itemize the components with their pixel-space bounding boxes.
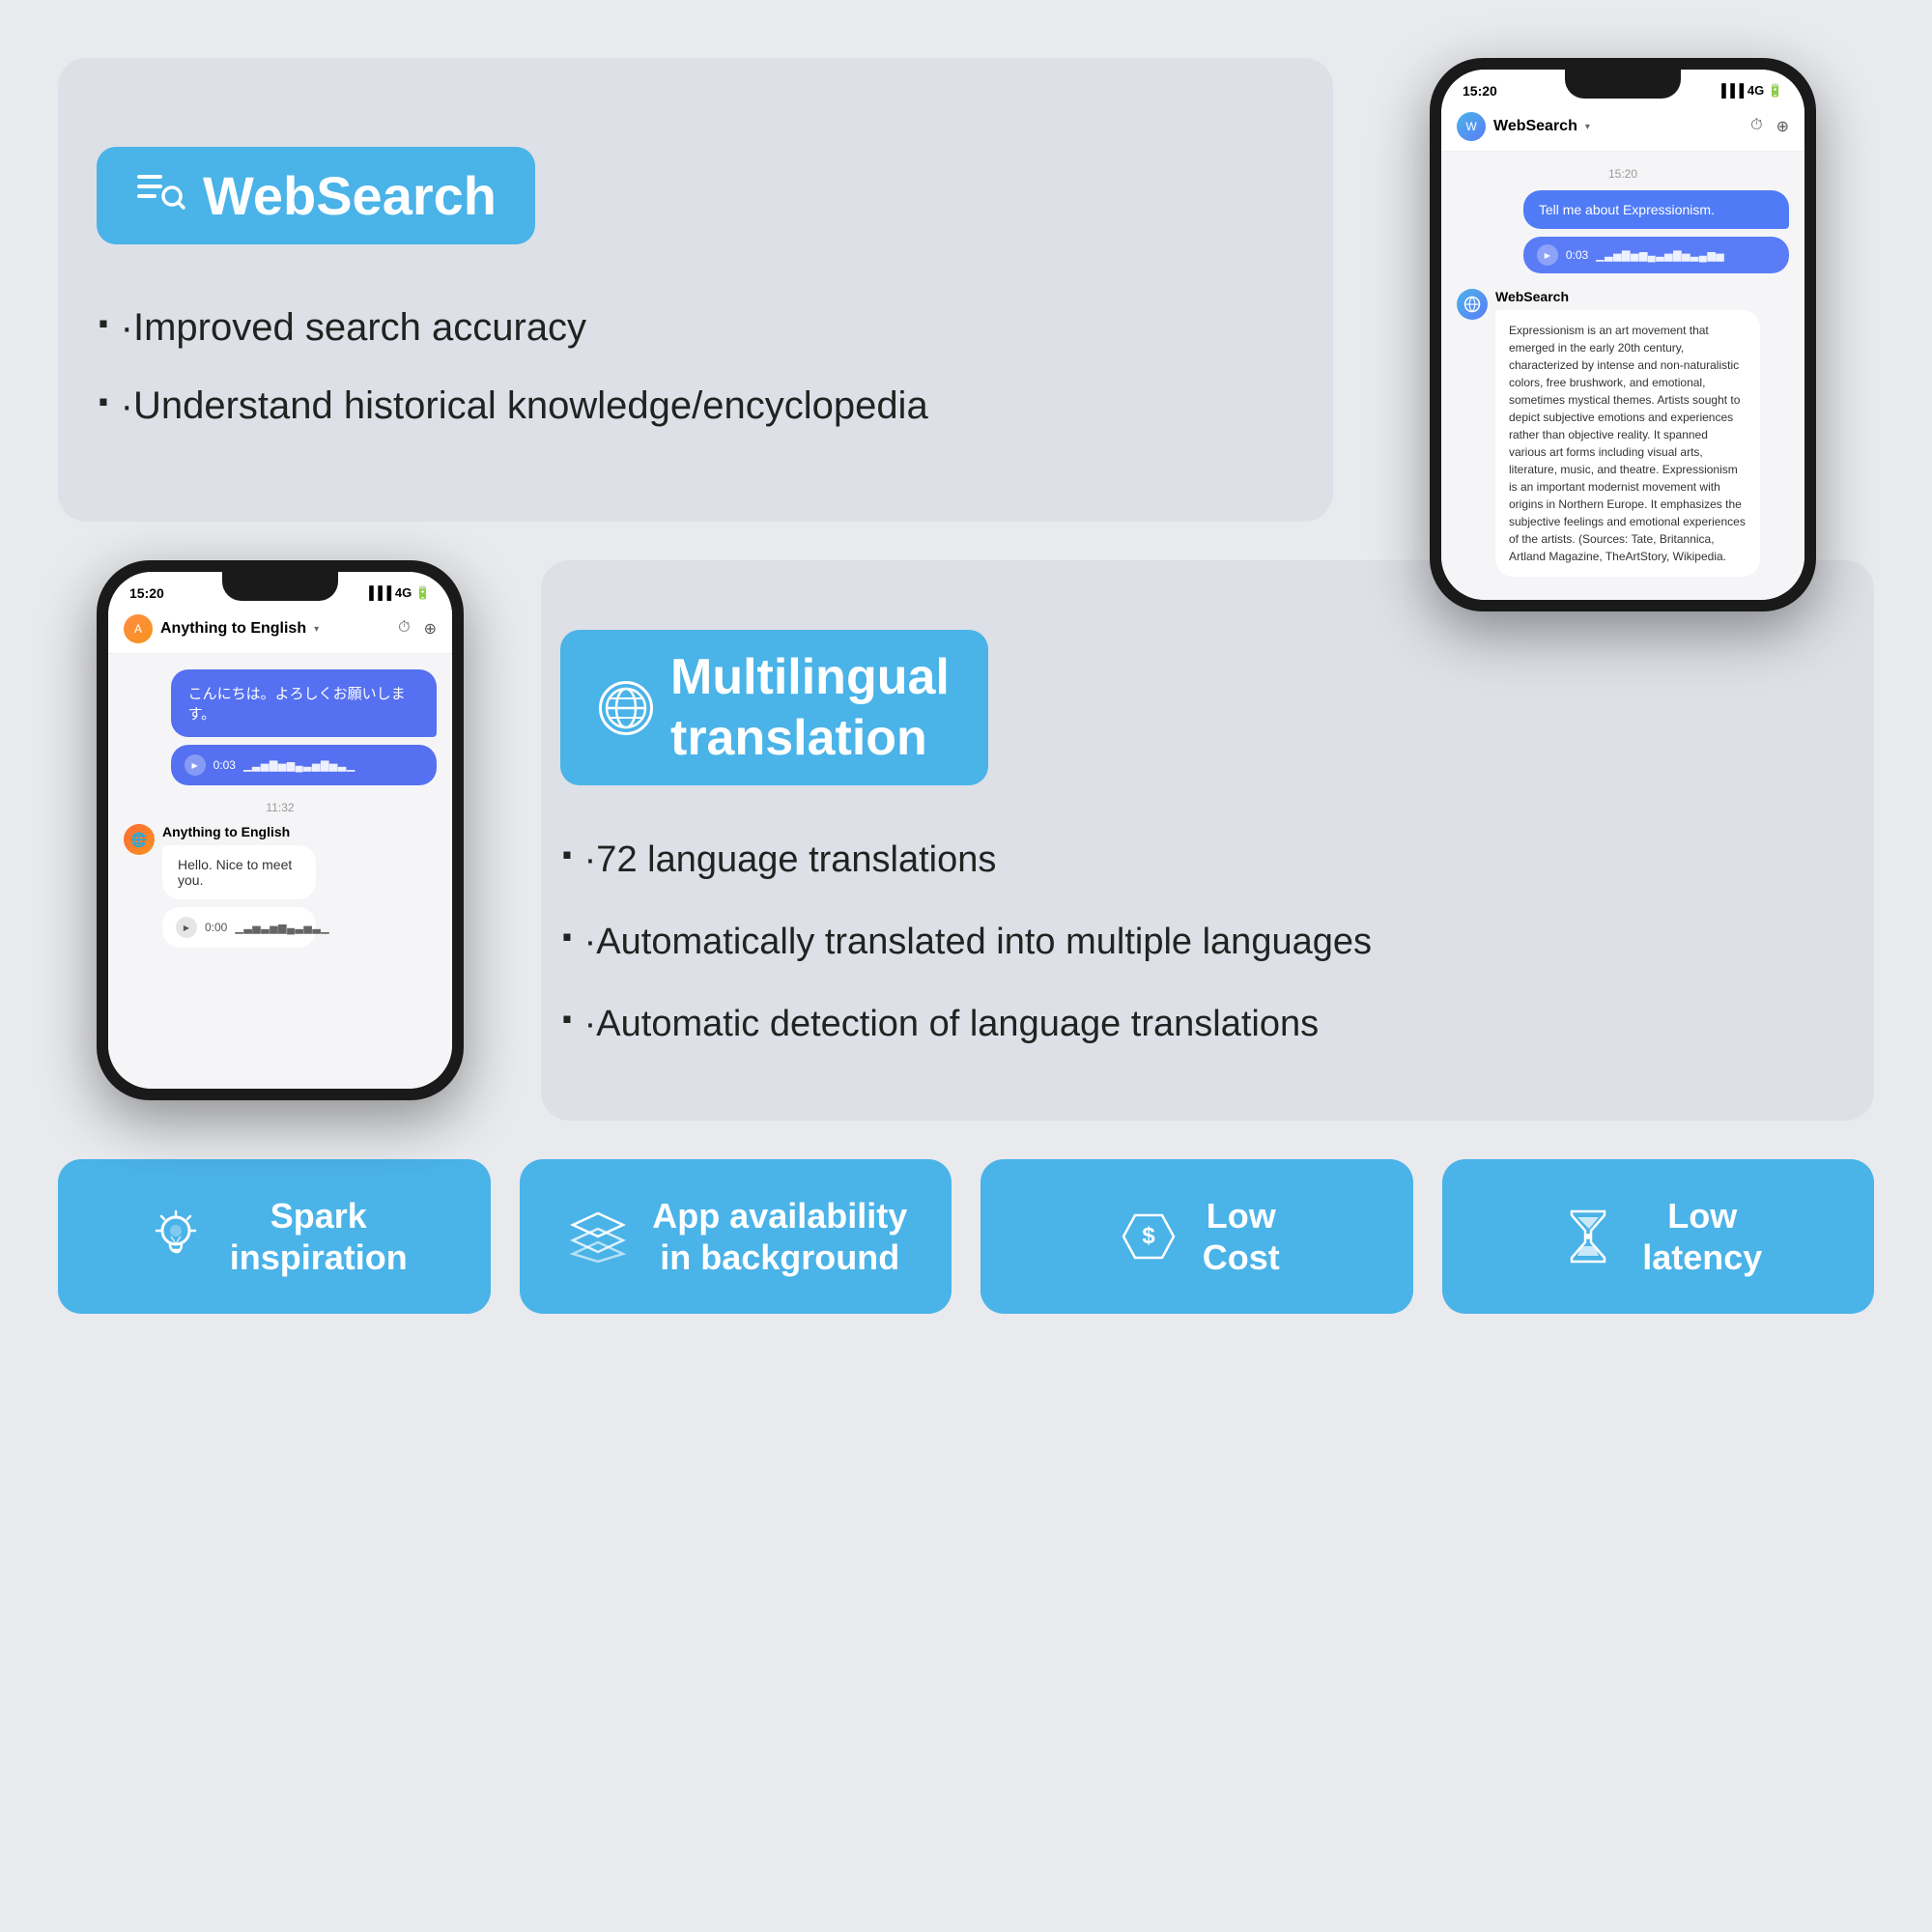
history-icon[interactable]: ⏱: [1750, 117, 1762, 136]
phone-notch-2: [222, 572, 338, 601]
translation-feature-1: ·72 language translations: [560, 824, 1835, 887]
waveform-jp: ▁▃▅▇▅▆▄▃▅▇▅▃▁: [243, 759, 355, 772]
add-icon-2[interactable]: ⊕: [424, 619, 437, 639]
anything-avatar: 🌐: [124, 824, 155, 855]
cost-icon: $: [1114, 1202, 1183, 1271]
chat-name-2: Anything to English: [160, 620, 306, 638]
chat-name: WebSearch: [1493, 118, 1577, 135]
bot-content: WebSearch Expressionism is an art moveme…: [1495, 289, 1789, 577]
translation-feature-3: ·Automatic detection of language transla…: [560, 988, 1835, 1051]
chat-avatar: W: [1457, 112, 1486, 141]
feature-item: ·Understand historical knowledge/encyclo…: [97, 371, 1314, 434]
bot-response-row: WebSearch Expressionism is an art moveme…: [1457, 289, 1789, 577]
user-voice-message: ▶ 0:03 ▁▃▅▇▅▆▄▃▅▇▅▃▄▆▅: [1523, 237, 1789, 273]
cost-label: Low Cost: [1203, 1195, 1280, 1278]
en-voice: ▶ 0:00 ▁▃▅▃▅▆▄▃▅▃▁: [162, 907, 316, 948]
en-message: Hello. Nice to meet you.: [162, 845, 316, 899]
dropdown-arrow-2: ▾: [314, 624, 319, 635]
lightbulb-icon: [141, 1202, 211, 1271]
layers-icon: [563, 1202, 633, 1271]
translation-title: Multilingual translation: [670, 647, 950, 768]
voice-time-jp: 0:03: [213, 758, 236, 772]
jp-voice: ▶ 0:03 ▁▃▅▇▅▆▄▃▅▇▅▃▁: [171, 745, 437, 785]
bot-bubble: Expressionism is an art movement that em…: [1495, 310, 1760, 577]
translation-badge: Multilingual translation: [560, 630, 988, 785]
phone-screen-1: 15:20 ▐▐▐ 4G 🔋 W WebSearch ▾ ⏱ ⊕: [1441, 70, 1804, 600]
chat-header-left-2: A Anything to English ▾: [124, 614, 319, 643]
phone-time: 15:20: [1463, 83, 1497, 99]
bot-avatar: [1457, 289, 1488, 320]
dropdown-arrow: ▾: [1585, 122, 1590, 132]
play-btn-en[interactable]: ▶: [176, 917, 197, 938]
translation-feature-2: ·Automatically translated into multiple …: [560, 906, 1835, 969]
anything-name-row: Anything to English: [162, 824, 343, 839]
phone-mockup-1: 15:20 ▐▐▐ 4G 🔋 W WebSearch ▾ ⏱ ⊕: [1430, 58, 1816, 611]
waveform: ▁▃▅▇▅▆▄▃▅▇▅▃▄▆▅: [1596, 249, 1724, 262]
translation-features: ·72 language translations ·Automatically…: [560, 824, 1835, 1051]
chat-header-2: A Anything to English ▾ ⏱ ⊕: [108, 607, 452, 654]
chat-header-left: W WebSearch ▾: [1457, 112, 1590, 141]
phone-screen-2: 15:20 ▐▐▐ 4G 🔋 A Anything to English ▾ ⏱…: [108, 572, 452, 1089]
websearch-title: WebSearch: [203, 164, 497, 227]
websearch-icon: [135, 169, 185, 222]
bot-name: WebSearch: [1495, 289, 1789, 304]
play-button[interactable]: ▶: [1537, 244, 1558, 266]
app-label: App availability in background: [652, 1195, 907, 1278]
chat-header: W WebSearch ▾ ⏱ ⊕: [1441, 104, 1804, 152]
anything-response-row: 🌐 Anything to English Hello. Nice to mee…: [124, 824, 437, 948]
footer-card-latency: Low latency: [1442, 1159, 1875, 1314]
chat-header-actions: ⏱ ⊕: [1750, 117, 1789, 136]
phone-websearch-panel: 15:20 ▐▐▐ 4G 🔋 W WebSearch ▾ ⏱ ⊕: [1372, 58, 1874, 522]
chat-timestamp-2: 11:32: [124, 801, 437, 814]
translation-panel: Multilingual translation ·72 language tr…: [541, 560, 1874, 1121]
chat-body-2: こんにちは。よろしくお願いします。 ▶ 0:03 ▁▃▅▇▅▆▄▃▅▇▅▃▁ 1…: [108, 654, 452, 1089]
latency-label: Low latency: [1642, 1195, 1762, 1278]
chat-header-actions-2: ⏱ ⊕: [398, 619, 437, 639]
history-icon-2[interactable]: ⏱: [398, 619, 410, 639]
svg-text:$: $: [1142, 1223, 1155, 1249]
user-message: Tell me about Expressionism.: [1523, 190, 1789, 229]
voice-time-en: 0:00: [205, 921, 227, 934]
chat-body: 15:20 Tell me about Expressionism. ▶ 0:0…: [1441, 152, 1804, 600]
hourglass-icon: [1553, 1202, 1623, 1271]
anything-content: Anything to English Hello. Nice to meet …: [162, 824, 343, 948]
footer: Spark inspiration App availability in ba…: [0, 1159, 1932, 1372]
signal-icons-2: ▐▐▐ 4G 🔋: [365, 585, 431, 601]
anything-name: Anything to English: [162, 824, 290, 839]
chat-avatar-2: A: [124, 614, 153, 643]
phone-time-2: 15:20: [129, 585, 164, 601]
voice-time: 0:03: [1566, 248, 1588, 262]
waveform-en: ▁▃▅▃▅▆▄▃▅▃▁: [235, 922, 329, 934]
add-icon[interactable]: ⊕: [1776, 117, 1789, 136]
play-btn-jp[interactable]: ▶: [185, 754, 206, 776]
chat-timestamp: 15:20: [1457, 167, 1789, 181]
spark-label: Spark inspiration: [230, 1195, 408, 1278]
feature-item: ·Improved search accuracy: [97, 293, 1314, 355]
globe-icon: [599, 681, 653, 735]
websearch-features: ·Improved search accuracy ·Understand hi…: [97, 293, 1314, 434]
phone-mockup-2: 15:20 ▐▐▐ 4G 🔋 A Anything to English ▾ ⏱…: [97, 560, 464, 1100]
footer-card-cost: $ Low Cost: [980, 1159, 1413, 1314]
jp-message: こんにちは。よろしくお願いします。: [171, 669, 437, 737]
websearch-panel: WebSearch ·Improved search accuracy ·Und…: [58, 58, 1333, 522]
phone-notch: [1565, 70, 1681, 99]
websearch-badge: WebSearch: [97, 147, 535, 244]
phone-translation-panel: 15:20 ▐▐▐ 4G 🔋 A Anything to English ▾ ⏱…: [58, 560, 502, 1121]
footer-card-spark: Spark inspiration: [58, 1159, 491, 1314]
signal-icons: ▐▐▐ 4G 🔋: [1718, 83, 1783, 99]
footer-card-app: App availability in background: [520, 1159, 952, 1314]
